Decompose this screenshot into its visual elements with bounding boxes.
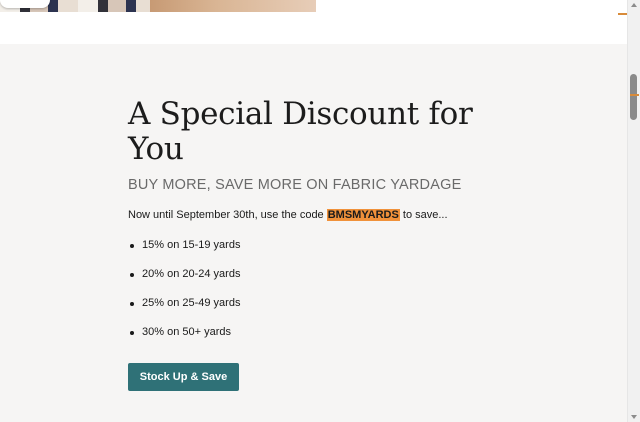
scroll-up-icon[interactable] <box>631 3 637 7</box>
scrollbar-thumb[interactable] <box>630 74 637 120</box>
promo-content: A Special Discount for You BUY MORE, SAV… <box>128 97 508 391</box>
promo-intro: Now until September 30th, use the code B… <box>128 207 508 223</box>
accent-marker <box>630 94 639 96</box>
promo-section: A Special Discount for You BUY MORE, SAV… <box>0 44 628 422</box>
hero-image-crop <box>0 0 316 12</box>
discount-tier-item: 30% on 50+ yards <box>128 324 508 353</box>
discount-tier-item: 20% on 20-24 yards <box>128 266 508 295</box>
top-strip <box>0 0 628 44</box>
promo-code: BMSMYARDS <box>326 209 400 221</box>
promo-title: A Special Discount for You <box>128 96 473 167</box>
discount-tier-item: 15% on 15-19 yards <box>128 237 508 266</box>
intro-text-after: to save... <box>399 209 448 221</box>
discount-tier-item: 25% on 25-49 yards <box>128 295 508 324</box>
scroll-down-icon[interactable] <box>631 415 637 419</box>
stock-up-save-button[interactable]: Stock Up & Save <box>128 363 239 391</box>
promo-subtitle: BUY MORE, SAVE MORE ON FABRIC YARDAGE <box>128 177 462 193</box>
discount-tier-list: 15% on 15-19 yards 20% on 20-24 yards 25… <box>128 237 508 353</box>
page-scrollbar[interactable] <box>627 0 640 422</box>
intro-text-before: Now until September 30th, use the code <box>128 209 327 221</box>
